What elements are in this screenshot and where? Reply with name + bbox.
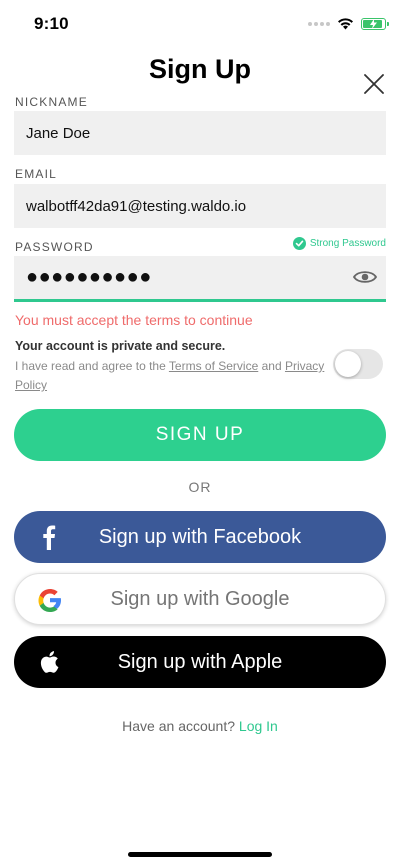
facebook-icon xyxy=(36,524,62,550)
google-signup-label: Sign up with Google xyxy=(110,587,290,610)
terms-prefix: I have read and agree to the xyxy=(15,359,169,373)
eye-icon[interactable] xyxy=(352,266,378,288)
privacy-notice: Your account is private and secure. xyxy=(15,339,226,353)
sign-up-button[interactable]: SIGN UP xyxy=(14,409,386,461)
google-signup-button[interactable]: Sign up with Google xyxy=(14,573,386,625)
close-icon[interactable] xyxy=(360,70,388,98)
nickname-field[interactable]: Jane Doe xyxy=(14,111,386,155)
terms-toggle[interactable] xyxy=(333,349,383,379)
google-icon xyxy=(37,587,63,613)
email-field[interactable]: walbotff42da91@testing.waldo.io xyxy=(14,184,386,228)
login-prompt: Have an account? Log In xyxy=(0,718,400,734)
terms-of-service-link[interactable]: Terms of Service xyxy=(169,359,258,373)
terms-and: and xyxy=(258,359,285,373)
terms-error-message: You must accept the terms to continue xyxy=(15,312,253,328)
apple-signup-label: Sign up with Apple xyxy=(117,650,283,673)
facebook-signup-label: Sign up with Facebook xyxy=(98,525,302,548)
toggle-knob xyxy=(335,351,361,377)
facebook-signup-button[interactable]: Sign up with Facebook xyxy=(14,511,386,563)
signal-icon xyxy=(308,22,330,26)
password-strength-text: Strong Password xyxy=(309,238,386,249)
home-indicator xyxy=(128,852,272,857)
apple-signup-button[interactable]: Sign up with Apple xyxy=(14,636,386,688)
login-link[interactable]: Log In xyxy=(239,718,278,734)
status-time: 9:10 xyxy=(34,14,69,33)
terms-text: I have read and agree to the Terms of Se… xyxy=(15,357,330,395)
sign-up-label: SIGN UP xyxy=(155,424,245,445)
status-icons xyxy=(308,14,389,34)
password-value: ●●●●●●●●●● xyxy=(26,266,152,288)
battery-icon xyxy=(361,18,389,30)
password-label: PASSWORD xyxy=(15,240,94,254)
nickname-label: NICKNAME xyxy=(15,95,88,109)
login-prompt-text: Have an account? xyxy=(122,718,239,734)
password-strength: Strong Password xyxy=(292,237,386,250)
page-title: Sign Up xyxy=(149,54,251,84)
password-field[interactable]: ●●●●●●●●●● xyxy=(14,256,386,302)
or-divider: OR xyxy=(188,479,212,495)
apple-icon xyxy=(36,649,62,675)
email-label: EMAIL xyxy=(15,167,58,181)
check-icon xyxy=(292,237,306,250)
wifi-icon xyxy=(338,18,353,30)
